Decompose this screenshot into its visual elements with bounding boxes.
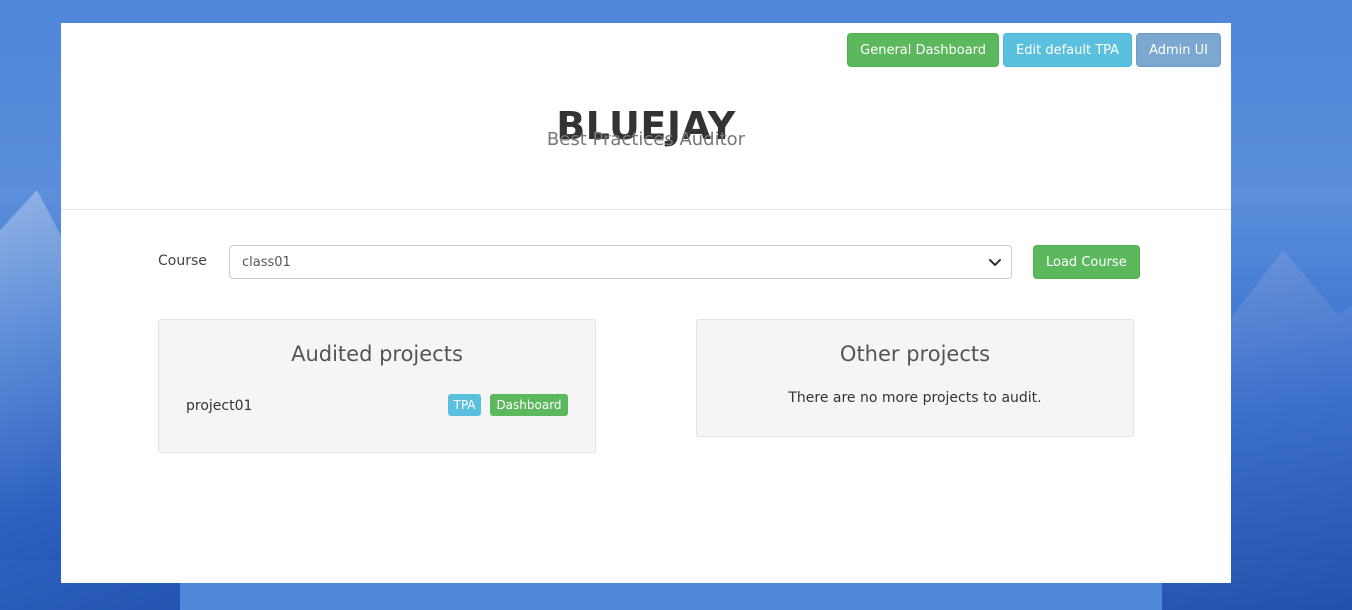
chevron-down-icon xyxy=(989,259,1001,266)
main-panel: General Dashboard Edit default TPA Admin… xyxy=(61,23,1231,583)
project-name: project01 xyxy=(186,398,253,414)
header-divider xyxy=(61,209,1231,210)
general-dashboard-button[interactable]: General Dashboard xyxy=(847,33,1000,67)
audited-projects-title: Audited projects xyxy=(291,342,463,366)
load-course-button[interactable]: Load Course xyxy=(1033,245,1140,279)
course-label: Course xyxy=(158,253,207,269)
course-selected-value: class01 xyxy=(242,254,291,270)
top-button-group: General Dashboard Edit default TPA Admin… xyxy=(847,33,1221,67)
other-projects-title: Other projects xyxy=(839,342,991,366)
empty-projects-message: There are no more projects to audit. xyxy=(788,390,1042,406)
tpa-tag-button[interactable]: TPA xyxy=(448,394,481,416)
course-row: Course class01 Load Course xyxy=(158,245,1158,279)
other-projects-card: Other projects There are no more project… xyxy=(696,319,1134,437)
page-subtitle: Best Practices Auditor xyxy=(546,129,746,150)
audited-projects-card: Audited projects project01 TPA Dashboard xyxy=(158,319,596,453)
admin-ui-button[interactable]: Admin UI xyxy=(1136,33,1221,67)
dashboard-tag-button[interactable]: Dashboard xyxy=(490,394,568,416)
course-select[interactable]: class01 xyxy=(229,245,1012,279)
edit-default-tpa-button[interactable]: Edit default TPA xyxy=(1003,33,1133,67)
